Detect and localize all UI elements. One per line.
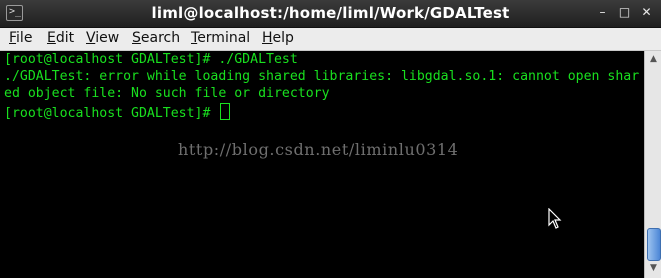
menu-terminal-label: erminal: [197, 30, 251, 46]
menu-bar: File Edit View Search Terminal Help: [0, 28, 661, 51]
terminal-output[interactable]: [root@localhost GDALTest]# ./GDALTest ./…: [0, 51, 644, 278]
scroll-down-icon[interactable]: ▼: [648, 263, 659, 274]
terminal-line: [root@localhost GDALTest]# ./GDALTest: [4, 52, 298, 67]
prompt-line: [root@localhost GDALTest]#: [4, 103, 231, 121]
menu-file[interactable]: File: [9, 30, 32, 46]
menu-edit-label: dit: [55, 30, 75, 46]
scroll-up-icon[interactable]: ▲: [648, 54, 659, 65]
menu-search-label: earch: [140, 30, 181, 46]
menu-edit-mnemonic: E: [47, 30, 56, 46]
menu-file-mnemonic: F: [9, 30, 17, 46]
menu-help-mnemonic: H: [262, 30, 273, 46]
close-button[interactable]: ✕: [640, 6, 653, 19]
title-bar[interactable]: >_ liml@localhost:/home/liml/Work/GDALTe…: [0, 0, 661, 28]
text-cursor: [220, 103, 231, 120]
terminal-line: ed object file: No such file or director…: [4, 86, 330, 101]
menu-view-mnemonic: V: [86, 30, 96, 46]
terminal-window: >_ liml@localhost:/home/liml/Work/GDALTe…: [0, 0, 661, 278]
menu-search-mnemonic: S: [132, 30, 141, 46]
terminal-line: ./GDALTest: error while loading shared l…: [4, 69, 640, 84]
maximize-button[interactable]: □: [618, 6, 631, 19]
prompt-text: [root@localhost GDALTest]#: [4, 106, 219, 121]
menu-edit[interactable]: Edit: [47, 30, 74, 46]
menu-view[interactable]: View: [86, 30, 119, 46]
menu-help-label: elp: [272, 30, 294, 46]
menu-search[interactable]: Search: [132, 30, 180, 46]
vertical-scrollbar[interactable]: ▲ ▼: [644, 51, 661, 278]
scrollbar-thumb[interactable]: [647, 228, 661, 261]
menu-help[interactable]: Help: [262, 30, 294, 46]
menu-view-label: iew: [95, 30, 120, 46]
menu-terminal[interactable]: Terminal: [191, 30, 250, 46]
watermark-text: http://blog.csdn.net/liminlu0314: [178, 140, 459, 159]
minimize-button[interactable]: –: [596, 6, 609, 19]
window-title: liml@localhost:/home/liml/Work/GDALTest: [151, 4, 510, 22]
mouse-pointer-icon: [548, 208, 562, 229]
menu-file-label: ile: [16, 30, 33, 46]
